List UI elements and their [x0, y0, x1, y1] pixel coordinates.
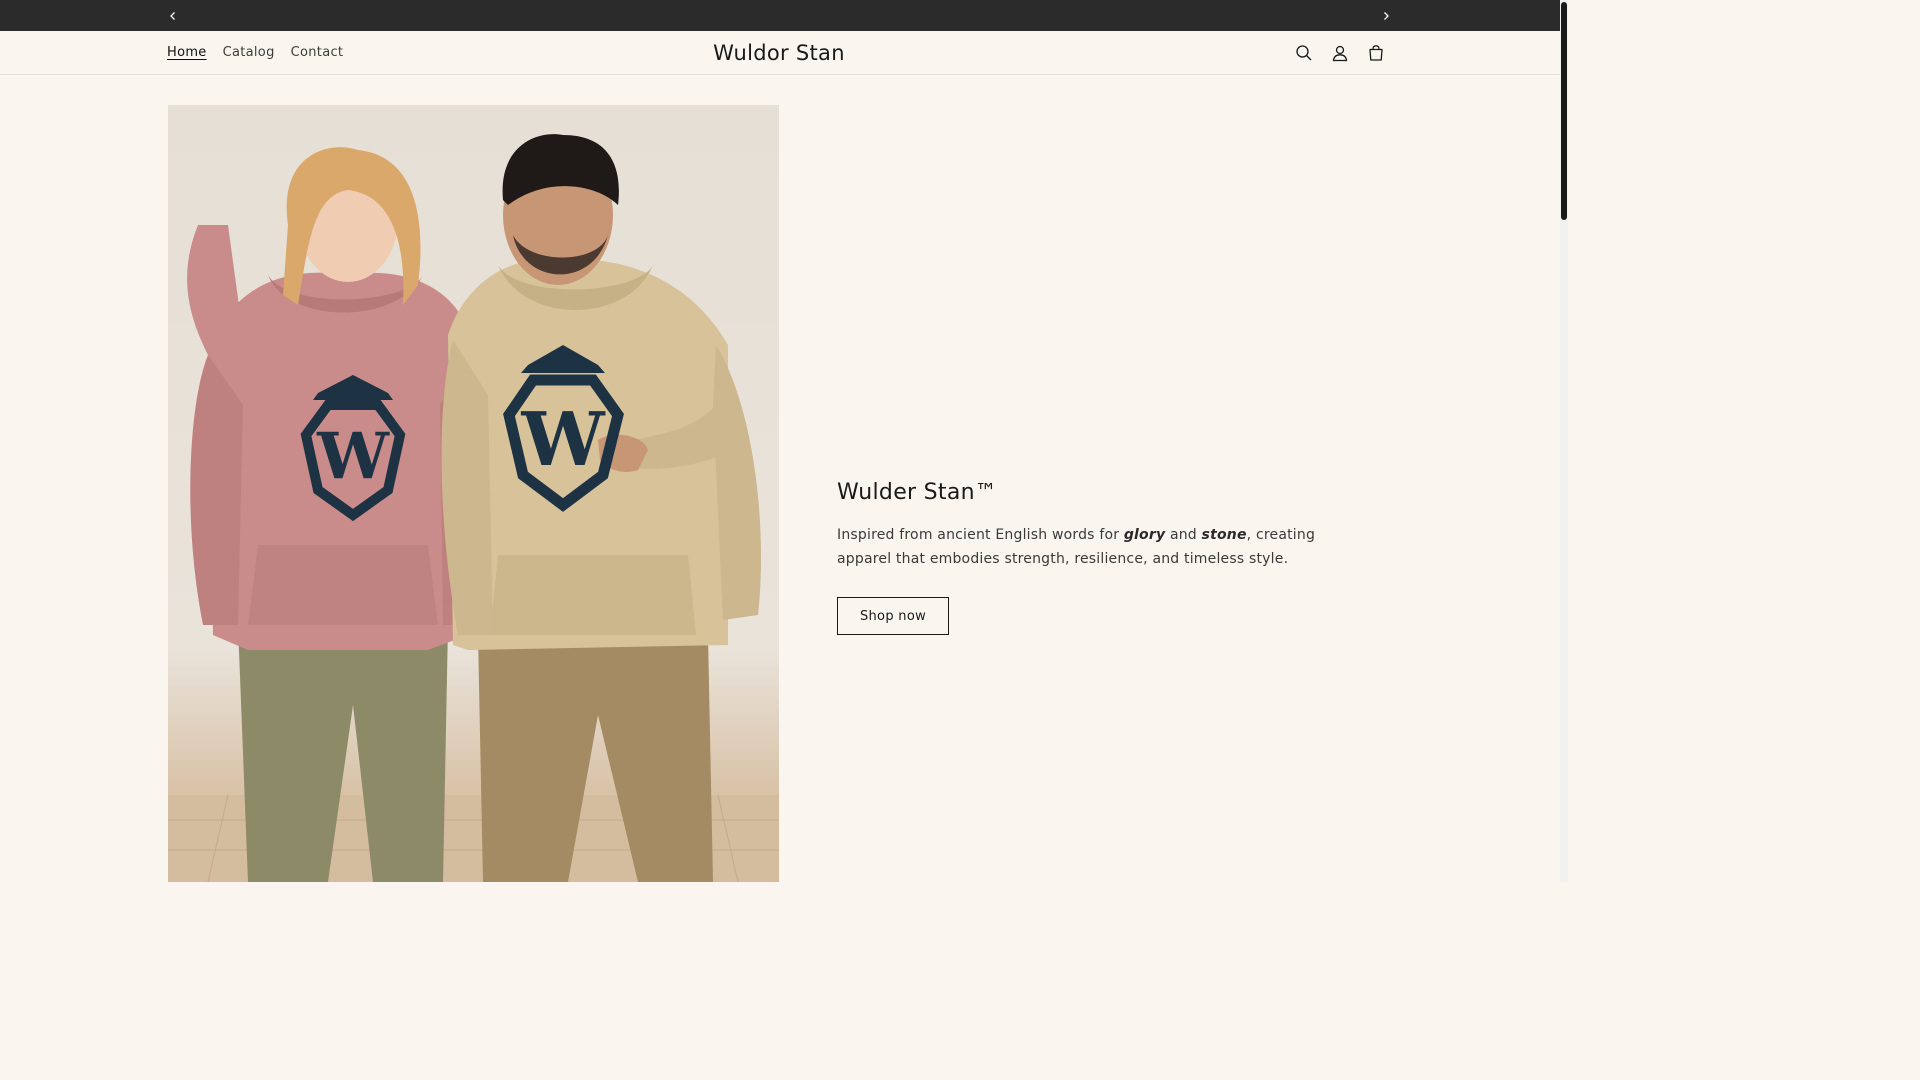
announcement-next-button[interactable]	[1374, 0, 1398, 31]
site-header: Home Catalog Contact Wuldor Stan	[0, 31, 1560, 75]
account-icon	[1332, 45, 1348, 61]
hoodies-photo: W W	[168, 134, 779, 882]
announcement-prev-button[interactable]	[161, 0, 185, 31]
search-button[interactable]	[1286, 31, 1322, 74]
cart-icon	[1369, 44, 1383, 61]
nav-link-catalog[interactable]: Catalog	[215, 45, 283, 60]
brand-logo-text[interactable]: Wuldor Stan	[700, 31, 858, 74]
cart-button[interactable]	[1358, 31, 1394, 74]
hero-title: Wulder Stan™	[837, 480, 998, 505]
shop-now-button[interactable]: Shop now	[837, 597, 949, 635]
announcement-bar	[0, 0, 1560, 31]
svg-text:W: W	[316, 419, 390, 494]
hero-description: Inspired from ancient English words for …	[837, 523, 1357, 571]
svg-text:W: W	[520, 397, 605, 483]
chevron-right-icon	[1384, 11, 1389, 20]
account-button[interactable]	[1322, 31, 1358, 74]
desc-emphasis-stone: stone	[1201, 527, 1247, 543]
scrollbar[interactable]	[1560, 0, 1568, 882]
desc-text-2: and	[1165, 527, 1202, 543]
header-icons	[1286, 31, 1394, 74]
desc-emphasis-glory: glory	[1123, 527, 1166, 543]
nav-link-contact[interactable]: Contact	[283, 45, 352, 60]
desc-text-1: Inspired from ancient English words for	[837, 527, 1124, 543]
chevron-left-icon	[170, 11, 175, 20]
search-icon	[1296, 44, 1312, 60]
main-nav: Home Catalog Contact	[159, 31, 351, 74]
hero-image: W W	[168, 105, 779, 882]
scrollbar-thumb[interactable]	[1561, 2, 1567, 220]
nav-link-home[interactable]: Home	[159, 45, 215, 60]
hero-content: Wulder Stan™ Inspired from ancient Engli…	[837, 480, 1357, 635]
